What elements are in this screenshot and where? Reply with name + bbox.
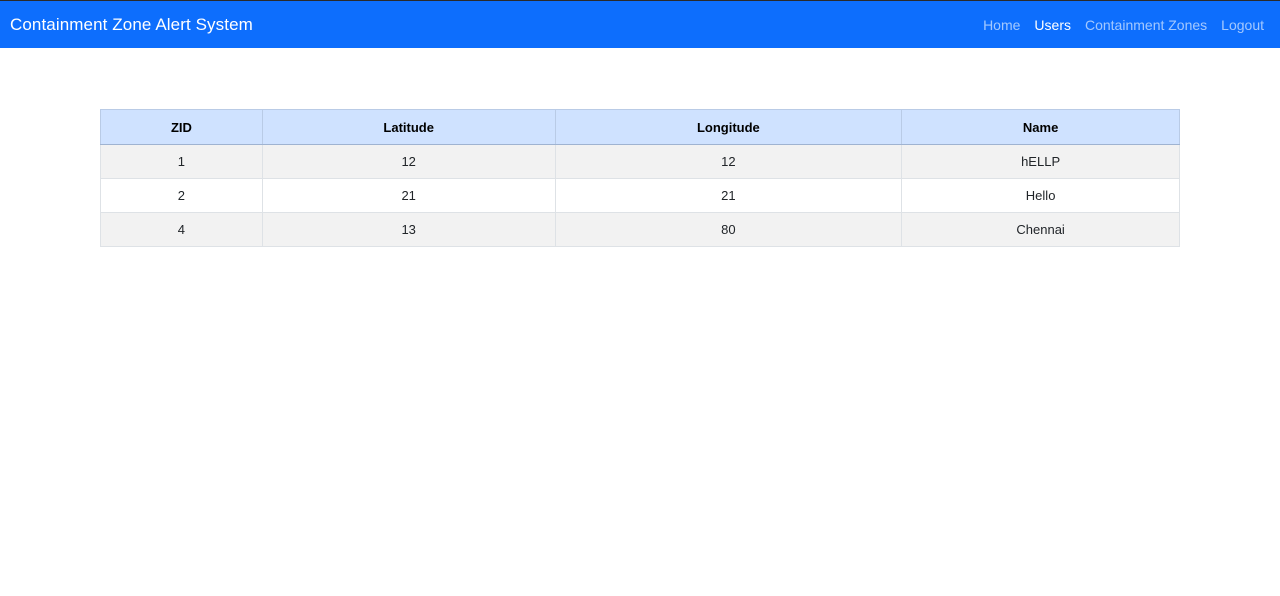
cell-zid: 2 [100, 178, 263, 213]
header-zid: ZID [100, 109, 263, 145]
cell-longitude: 80 [554, 212, 903, 247]
cell-longitude: 21 [554, 178, 903, 213]
cell-name: Hello [901, 178, 1180, 213]
table-row: 4 13 80 Chennai [100, 212, 1180, 247]
table-body: 1 12 12 hELLP 2 21 21 Hello 4 13 80 Chen… [100, 144, 1180, 247]
header-longitude: Longitude [554, 109, 903, 145]
table-row: 2 21 21 Hello [100, 178, 1180, 213]
cell-zid: 4 [100, 212, 263, 247]
brand-link[interactable]: Containment Zone Alert System [10, 15, 253, 35]
zones-table: ZID Latitude Longitude Name 1 12 12 hELL… [100, 109, 1180, 247]
zones-table-container: ZID Latitude Longitude Name 1 12 12 hELL… [100, 109, 1180, 247]
header-name: Name [901, 109, 1180, 145]
cell-name: Chennai [901, 212, 1180, 247]
cell-longitude: 12 [554, 144, 903, 179]
table-row: 1 12 12 hELLP [100, 144, 1180, 179]
navbar: Containment Zone Alert System Home Users… [0, 1, 1280, 48]
cell-latitude: 12 [261, 144, 556, 179]
table-header: ZID Latitude Longitude Name [100, 109, 1180, 145]
nav-links: Home Users Containment Zones Logout [983, 17, 1264, 33]
nav-link-users[interactable]: Users [1034, 17, 1071, 33]
nav-link-logout[interactable]: Logout [1221, 17, 1264, 33]
header-latitude: Latitude [261, 109, 556, 145]
cell-latitude: 13 [261, 212, 556, 247]
nav-link-home[interactable]: Home [983, 17, 1020, 33]
cell-zid: 1 [100, 144, 263, 179]
nav-link-containment-zones[interactable]: Containment Zones [1085, 17, 1207, 33]
cell-name: hELLP [901, 144, 1180, 179]
header-row: ZID Latitude Longitude Name [100, 109, 1180, 145]
cell-latitude: 21 [261, 178, 556, 213]
